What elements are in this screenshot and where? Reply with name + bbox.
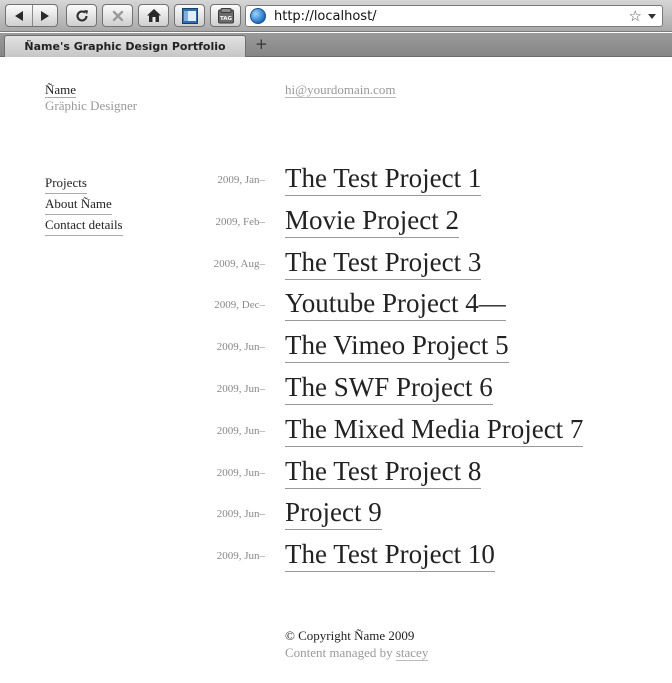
tag-icon-label: TAG	[219, 16, 232, 22]
globe-icon	[250, 8, 266, 24]
project-link[interactable]: The Test Project 1	[285, 162, 482, 196]
email-link[interactable]: hi@yourdomain.com	[285, 82, 396, 98]
forward-arrow-icon	[40, 10, 49, 21]
project-link[interactable]: Movie Project 2	[285, 204, 459, 238]
project-link[interactable]: The Test Project 10	[285, 538, 495, 573]
list-item: 2009, Feb– Movie Project 2	[0, 204, 672, 246]
site-name: Ñame	[45, 82, 77, 98]
back-forward-group	[5, 4, 58, 27]
list-item: 2009, Jun– The Mixed Media Project 7	[0, 413, 672, 455]
tab-bar: Ñame's Graphic Design Portfolio +	[0, 33, 672, 57]
project-link[interactable]: The Test Project 3	[285, 246, 482, 280]
project-date: 2009, Jun–	[216, 508, 265, 521]
list-item: 2009, Dec– Youtube Project 4—	[0, 287, 672, 329]
footer: © Copyright Ñame 2009 Content managed by…	[285, 627, 429, 661]
star-icon[interactable]: ☆	[629, 7, 642, 25]
site-name-link[interactable]: Ñame	[45, 82, 77, 98]
url-text[interactable]: http://localhost/	[274, 9, 629, 24]
list-item: 2009, Jun– Project 9	[0, 496, 672, 538]
chevron-down-icon[interactable]	[648, 13, 656, 19]
page-content: Ñame Gräphic Designer hi@yourdomain.com …	[0, 58, 672, 683]
project-list: 2009, Jan– The Test Project 1 2009, Feb–…	[0, 162, 672, 580]
managed-by: Content managed by stacey	[285, 644, 429, 661]
tag-icon: TAG	[217, 7, 234, 23]
project-date: 2009, Jun–	[216, 341, 265, 354]
project-date: 2009, Jan–	[217, 174, 265, 186]
page-icon	[181, 7, 198, 24]
project-link[interactable]: The SWF Project 6	[285, 371, 493, 405]
project-date: 2009, Jun–	[216, 382, 265, 395]
project-link[interactable]: The Mixed Media Project 7	[285, 413, 584, 447]
list-item: 2009, Jun– The Test Project 8	[0, 455, 672, 497]
page-button[interactable]	[174, 4, 205, 27]
project-date: 2009, Jun–	[216, 550, 265, 563]
address-bar[interactable]: http://localhost/ ☆	[245, 5, 663, 27]
project-link[interactable]: Youtube Project 4—	[285, 287, 506, 322]
browser-toolbar: TAG http://localhost/ ☆	[0, 0, 672, 32]
tag-button[interactable]: TAG	[210, 4, 241, 27]
forward-button[interactable]	[31, 5, 58, 26]
back-arrow-icon	[14, 10, 23, 21]
list-item: 2009, Jan– The Test Project 1	[0, 162, 672, 204]
stop-icon	[112, 10, 123, 21]
project-link[interactable]: The Test Project 8	[285, 455, 482, 489]
email: hi@yourdomain.com	[285, 82, 396, 98]
project-date: 2009, Jun–	[216, 466, 265, 479]
home-button[interactable]	[138, 4, 169, 27]
copyright: © Copyright Ñame 2009	[285, 628, 415, 643]
list-item: 2009, Jun– The SWF Project 6	[0, 371, 672, 413]
home-icon	[146, 9, 161, 22]
list-item: 2009, Jun– The Test Project 10	[0, 538, 672, 580]
stop-button[interactable]	[102, 4, 133, 27]
project-date: 2009, Dec–	[214, 299, 265, 312]
new-tab-button[interactable]: +	[255, 35, 268, 53]
project-link[interactable]: The Vimeo Project 5	[285, 329, 509, 364]
project-date: 2009, Feb–	[215, 215, 266, 228]
back-button[interactable]	[6, 5, 32, 26]
site-subtitle: Gräphic Designer	[45, 98, 138, 113]
managed-by-label: Content managed by	[285, 645, 396, 660]
list-item: 2009, Jun– The Vimeo Project 5	[0, 329, 672, 371]
project-date: 2009, Jun–	[216, 424, 265, 437]
tab-portfolio[interactable]: Ñame's Graphic Design Portfolio	[4, 35, 246, 57]
project-date: 2009, Aug–	[213, 257, 265, 270]
list-item: 2009, Aug– The Test Project 3	[0, 246, 672, 288]
reload-icon	[76, 9, 88, 21]
reload-button[interactable]	[66, 4, 97, 27]
stacey-link[interactable]: stacey	[395, 645, 429, 661]
project-link[interactable]: Project 9	[285, 496, 382, 531]
